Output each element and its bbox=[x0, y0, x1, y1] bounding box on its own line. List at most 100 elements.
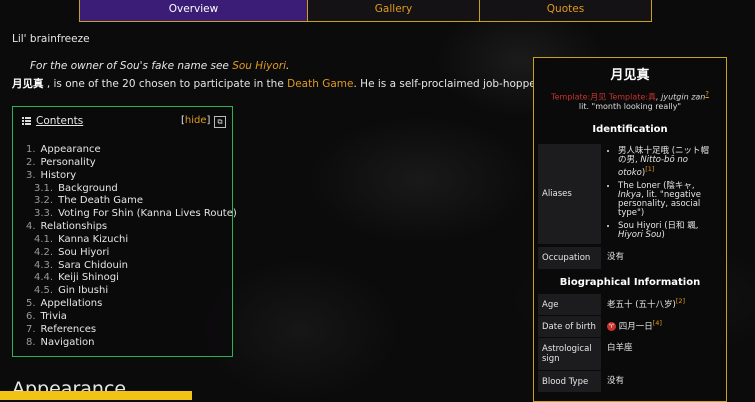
toc-item-number: 2. bbox=[26, 156, 36, 168]
dob-ref[interactable]: [4] bbox=[653, 319, 662, 327]
toc-item[interactable]: 1. Appearance bbox=[26, 144, 237, 157]
aliases-row: Aliases 男人味十足哦 (ニット帽の男, Nitto-bō no otok… bbox=[538, 144, 722, 244]
aliases-value: 男人味十足哦 (ニット帽の男, Nitto-bō no otoko)[1]The… bbox=[601, 144, 722, 244]
occupation-value: 没有 bbox=[607, 252, 625, 262]
toc-item-number: 5. bbox=[26, 298, 36, 310]
toc-item[interactable]: 4.2. Sou Hiyori bbox=[26, 247, 237, 260]
toc-list: 1. Appearance 2. Personality 3. History 3.1. Ba… bbox=[26, 144, 237, 350]
dob-row: Date of birth ♈ 四月一日[4] bbox=[538, 316, 722, 337]
age-label: Age bbox=[538, 294, 601, 315]
blood-row: Blood Type 没有 bbox=[538, 371, 722, 392]
dob-label: Date of birth bbox=[538, 316, 601, 337]
alias-ref[interactable]: [1] bbox=[645, 165, 654, 173]
aliases-list: 男人味十足哦 (ニット帽の男, Nitto-bō no otoko)[1]The… bbox=[607, 147, 716, 240]
intro-paragraph: 月见真 , is one of the 20 chosen to partici… bbox=[12, 76, 542, 91]
tab-quotes[interactable]: Quotes bbox=[480, 0, 651, 21]
infobox-title: 月见真 bbox=[610, 68, 650, 83]
biographical-heading: Biographical Information bbox=[559, 277, 701, 288]
toc-item-number: 4.1. bbox=[34, 233, 54, 245]
toc-item[interactable]: 4.5. Gin Ibushi bbox=[26, 285, 237, 298]
toc-item-label[interactable]: History bbox=[41, 170, 77, 181]
age-ref[interactable]: [2] bbox=[676, 297, 685, 305]
list-icon bbox=[22, 117, 31, 125]
toc-title[interactable]: Contents bbox=[36, 115, 83, 127]
alias-item: 男人味十足哦 (ニット帽の男, Nitto-bō no otoko)[1] bbox=[618, 147, 716, 178]
page-tabs: Overview Gallery Quotes bbox=[79, 0, 652, 22]
intro-text-1: , is one of the 20 chosen to participate… bbox=[43, 78, 288, 90]
toc-item-number: 7. bbox=[26, 323, 36, 335]
toc-item-label[interactable]: Appearance bbox=[41, 144, 101, 155]
toc-item-label[interactable]: Navigation bbox=[41, 337, 95, 348]
occupation-label: Occupation bbox=[538, 247, 601, 269]
romanization: , jyutgin zan bbox=[656, 92, 706, 102]
toc-item[interactable]: 5. Appellations bbox=[26, 298, 237, 311]
toc-item-number: 4.4. bbox=[34, 272, 54, 284]
toc-item-number: 1. bbox=[26, 144, 36, 155]
tab-gallery[interactable]: Gallery bbox=[308, 0, 480, 21]
death-game-link[interactable]: Death Game bbox=[287, 78, 353, 90]
toc-item[interactable]: 8. Navigation bbox=[26, 337, 237, 350]
alias-item: Sou Hiyori (日和 颯, Hiyori Sou) bbox=[618, 221, 716, 240]
toc-item-label[interactable]: Sara Chidouin bbox=[58, 260, 128, 271]
toc-item[interactable]: 3. History bbox=[26, 170, 237, 183]
bottom-banner[interactable] bbox=[0, 391, 192, 400]
popout-icon[interactable]: ⧉ bbox=[214, 116, 226, 128]
toc-item-label[interactable]: Keiji Shinogi bbox=[58, 272, 119, 283]
dob-text: 四月一日 bbox=[618, 321, 653, 332]
infobox-reading: Template:月见 Template:真, jyutgin zan? lit… bbox=[534, 90, 726, 111]
toc-item-label[interactable]: The Death Game bbox=[58, 195, 143, 206]
blood-value: 没有 bbox=[607, 376, 625, 386]
toc-item-label[interactable]: References bbox=[41, 324, 97, 335]
toc-item-number: 3.2. bbox=[34, 195, 54, 207]
toc-hide-bracket-close: ] bbox=[206, 115, 211, 126]
character-infobox: 月见真 Template:月见 Template:真, jyutgin zan?… bbox=[533, 57, 727, 402]
toc-item[interactable]: 3.2. The Death Game bbox=[26, 195, 237, 208]
character-name: 月见真 bbox=[12, 78, 44, 90]
hatnote-prefix: For the owner of Sou's fake name see bbox=[30, 60, 233, 72]
identification-heading: Identification bbox=[592, 124, 668, 135]
toc-item[interactable]: 6. Trivia bbox=[26, 311, 237, 324]
toc-item-label[interactable]: Kanna Kizuchi bbox=[58, 234, 128, 245]
toc-item-number: 4. bbox=[26, 221, 36, 233]
aries-icon: ♈ bbox=[607, 321, 616, 331]
toc-item-number: 6. bbox=[26, 310, 36, 322]
toc-item-label[interactable]: Background bbox=[58, 183, 118, 194]
toc-item[interactable]: 3.3. Voting For Shin (Kanna Lives Route) bbox=[26, 208, 237, 221]
hatnote-suffix: . bbox=[286, 60, 290, 72]
toc-item-label[interactable]: Voting For Shin (Kanna Lives Route) bbox=[58, 208, 237, 219]
toc-item-label[interactable]: Personality bbox=[41, 157, 96, 168]
astro-value: 白羊座 bbox=[607, 343, 633, 353]
hatnote-link[interactable]: Sou Hiyori bbox=[232, 60, 286, 72]
template-link[interactable]: Template:月见 Template:真 bbox=[551, 93, 656, 102]
toc-hide-toggle: [hide] bbox=[181, 115, 210, 126]
toc-item-number: 8. bbox=[26, 336, 36, 348]
toc-item-label[interactable]: Trivia bbox=[41, 311, 67, 322]
table-of-contents: Contents [hide] ⧉ 1. Appearance 2. Personal… bbox=[12, 106, 237, 357]
aliases-label: Aliases bbox=[538, 144, 601, 244]
literal-meaning: lit. "month looking really" bbox=[578, 101, 682, 111]
toc-item[interactable]: 3.1. Background bbox=[26, 183, 237, 196]
dob-value: ♈ 四月一日[4] bbox=[601, 316, 722, 337]
toc-hide-link[interactable]: hide bbox=[185, 115, 207, 126]
toc-header: Contents bbox=[22, 115, 83, 127]
occupation-row: Occupation 没有 bbox=[538, 247, 722, 269]
toc-item-number: 3.1. bbox=[34, 182, 54, 194]
toc-item-label[interactable]: Gin Ibushi bbox=[58, 285, 108, 296]
toc-item-label[interactable]: Relationships bbox=[41, 221, 108, 232]
toc-item-label[interactable]: Appellations bbox=[41, 298, 103, 309]
astro-row: Astrological sign 白羊座 bbox=[538, 338, 722, 370]
toc-item[interactable]: 4.3. Sara Chidouin bbox=[26, 260, 237, 273]
toc-item[interactable]: 2. Personality bbox=[26, 157, 237, 170]
tab-overview[interactable]: Overview bbox=[80, 0, 308, 21]
astro-label: Astrological sign bbox=[538, 338, 601, 370]
toc-item[interactable]: 7. References bbox=[26, 324, 237, 337]
toc-item-number: 3. bbox=[26, 169, 36, 181]
toc-item[interactable]: 4.4. Keiji Shinogi bbox=[26, 272, 237, 285]
toc-item[interactable]: 4. Relationships bbox=[26, 221, 237, 234]
toc-item-label[interactable]: Sou Hiyori bbox=[58, 247, 109, 258]
toc-item[interactable]: 4.1. Kanna Kizuchi bbox=[26, 234, 237, 247]
hatnote: For the owner of Sou's fake name see Sou… bbox=[30, 60, 289, 72]
age-value: 老五十 (五十八岁)[2] bbox=[601, 294, 722, 315]
alias-romaji: Hiyori Sou bbox=[618, 229, 662, 240]
help-link[interactable]: ? bbox=[705, 90, 709, 98]
